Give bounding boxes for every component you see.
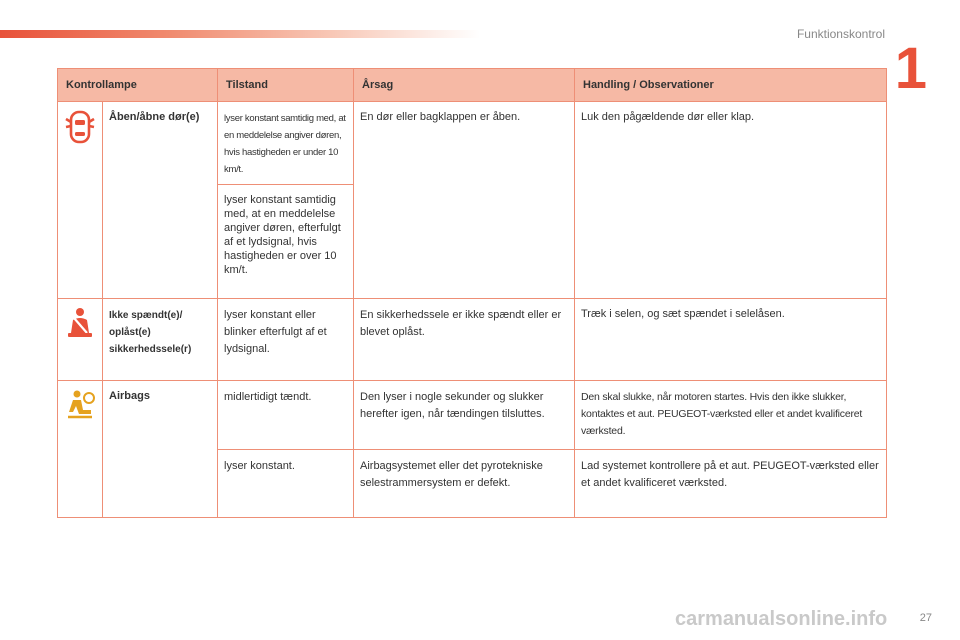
column-header-action: Handling / Observationer [574,68,887,102]
column-header-cause: Årsag [353,68,575,102]
condition-cell: midlertidigt tændt. [217,380,354,450]
lamp-cell [57,101,103,299]
cause-cell: Den lyser i nogle sekunder og slukker he… [353,380,575,450]
lamp-name-seatbelt: Ikke spændt(e)/ oplåst(e) sikkerhedssele… [102,298,218,381]
table-header-row: Kontrollampe Tilstand Årsag Handling / O… [57,68,887,102]
lamp-name-airbags: Airbags [102,380,218,518]
cause-cell: Airbagsystemet eller det pyrotekniske se… [353,449,575,518]
condition-cell: lyser konstant eller blinker efterfulgt … [217,298,354,381]
column-header-lamp: Kontrollampe [57,68,218,102]
table-row: Ikke spændt(e)/ oplåst(e) sikkerhedssele… [57,298,887,381]
seatbelt-icon [68,308,92,337]
cause-cell: En dør eller bagklappen er åben. [353,101,575,299]
warning-lamp-table: Kontrollampe Tilstand Årsag Handling / O… [57,68,887,518]
column-header-condition: Tilstand [217,68,354,102]
action-cell: Lad systemet kontrollere på et aut. PEUG… [574,449,887,518]
airbag-icon [68,390,95,419]
action-cell: Den skal slukke, når motoren startes. Hv… [574,380,887,450]
lamp-cell [57,380,103,518]
condition-cell: lyser konstant samtidig med, at en medde… [217,101,354,185]
table-row: Åben/åbne dør(e) lyser konstant samtidig… [57,101,887,299]
header-accent-bar [0,30,480,38]
lamp-cell [57,298,103,381]
condition-cell: lyser konstant. [217,449,354,518]
watermark: carmanualsonline.info [675,608,888,630]
table-row: Airbags midlertidigt tændt. Den lyser i … [57,380,887,518]
section-title: Funktionskontrol [796,27,885,41]
cause-cell: En sikkerhedssele er ikke spændt eller e… [353,298,575,381]
action-cell: Luk den pågældende dør eller klap. [574,101,887,299]
chapter-number: 1 [894,36,927,101]
condition-cell: lyser konstant samtidig med, at en medde… [217,184,354,299]
page-number: 27 [919,612,932,624]
action-cell: Træk i selen, og sæt spændet i selelåsen… [574,298,887,381]
door-open-icon [65,110,95,144]
lamp-name-door: Åben/åbne dør(e) [102,101,218,299]
